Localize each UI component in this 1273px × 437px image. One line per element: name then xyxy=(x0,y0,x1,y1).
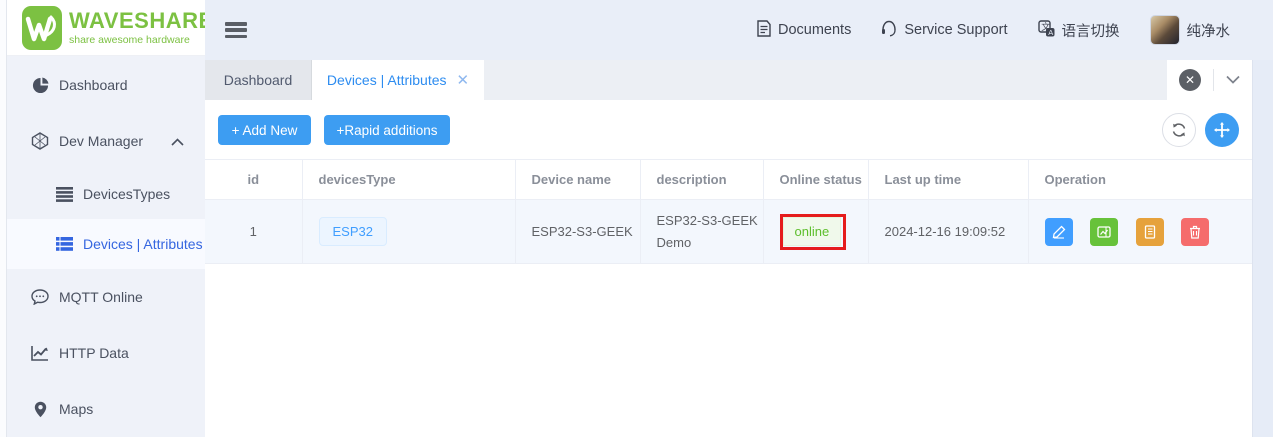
translate-icon: 文A xyxy=(1038,20,1055,41)
sidebar-item-mqtt-online[interactable]: MQTT Online xyxy=(7,269,205,325)
user-menu[interactable]: 纯净水 xyxy=(1150,15,1231,45)
topbar-right: Documents Service Support 文A 语言切换 纯净 xyxy=(757,15,1230,45)
sidebar-menu: Dashboard Dev Manager DevicesTypes xyxy=(7,56,205,437)
pie-chart-icon xyxy=(31,76,49,94)
table-header-row: id devicesType Device name description O… xyxy=(205,160,1252,200)
headset-icon xyxy=(881,20,897,41)
waveshare-logo-icon xyxy=(21,5,63,51)
rapid-additions-button[interactable]: +Rapid additions xyxy=(324,115,450,145)
column-header-device-name: Device name xyxy=(515,160,640,200)
cell-online-status: online xyxy=(763,200,868,264)
sidebar-item-devices-attributes[interactable]: Devices | Attributes xyxy=(7,219,205,269)
service-support-link[interactable]: Service Support xyxy=(881,20,1007,41)
chat-bubble-icon xyxy=(31,288,49,306)
column-header-online-status: Online status xyxy=(763,160,868,200)
sidebar: WAVESHARE share awesome hardware Dashboa… xyxy=(7,0,205,437)
language-switch-link[interactable]: 文A 语言切换 xyxy=(1038,20,1120,41)
chevron-up-icon xyxy=(171,133,184,149)
sidebar-item-label: Devices | Attributes xyxy=(83,236,203,252)
devices-table: id devicesType Device name description O… xyxy=(205,159,1252,264)
sidebar-item-label: Maps xyxy=(59,401,93,417)
page-scrollbar[interactable] xyxy=(1252,0,1273,437)
hamburger-menu-icon[interactable] xyxy=(225,22,247,38)
main-area: Documents Service Support 文A 语言切换 纯净 xyxy=(205,0,1252,437)
logo-title: WAVESHARE xyxy=(69,10,214,32)
move-columns-button[interactable] xyxy=(1205,113,1239,147)
sidebar-item-maps[interactable]: Maps xyxy=(7,381,205,437)
tabbar: Dashboard Devices | Attributes ✕ ✕ xyxy=(205,60,1252,100)
online-status-badge: online xyxy=(783,217,842,246)
sidebar-item-dashboard[interactable]: Dashboard xyxy=(7,57,205,113)
content-panel: + Add New +Rapid additions xyxy=(205,100,1252,437)
map-pin-icon xyxy=(31,400,49,418)
delete-button[interactable] xyxy=(1181,218,1209,246)
add-new-button[interactable]: + Add New xyxy=(218,115,311,145)
avatar xyxy=(1150,15,1180,45)
sidebar-item-label: Dev Manager xyxy=(59,133,143,149)
toolbar-right xyxy=(1162,113,1239,147)
line-chart-icon xyxy=(31,344,49,362)
table-row: 1 ESP32 ESP32-S3-GEEK ESP32-S3-GEEK Demo… xyxy=(205,200,1252,264)
sidebar-item-label: HTTP Data xyxy=(59,345,129,361)
cell-operation xyxy=(1028,200,1252,264)
cell-device-name: ESP32-S3-GEEK xyxy=(515,200,640,264)
language-switch-label: 语言切换 xyxy=(1062,20,1120,41)
column-header-id: id xyxy=(205,160,302,200)
cell-id: 1 xyxy=(205,200,302,264)
column-header-devicestype: devicesType xyxy=(302,160,515,200)
tab-label: Devices | Attributes xyxy=(327,72,447,88)
logo[interactable]: WAVESHARE share awesome hardware xyxy=(7,0,205,56)
cell-devicestype: ESP32 xyxy=(302,200,515,264)
close-all-tabs-button[interactable]: ✕ xyxy=(1179,69,1201,91)
documents-link[interactable]: Documents xyxy=(757,20,851,41)
device-data-button[interactable] xyxy=(1090,218,1118,246)
tab-devices-attributes[interactable]: Devices | Attributes ✕ xyxy=(312,60,484,100)
edit-button[interactable] xyxy=(1045,218,1073,246)
cell-last-up-time: 2024-12-16 19:09:52 xyxy=(868,200,1028,264)
tab-dashboard[interactable]: Dashboard xyxy=(205,60,312,100)
documents-label: Documents xyxy=(778,22,851,38)
sidebar-item-label: Dashboard xyxy=(59,77,128,93)
log-button[interactable] xyxy=(1136,218,1164,246)
left-edge-strip xyxy=(0,0,7,437)
username: 纯净水 xyxy=(1187,20,1231,41)
logo-tagline: share awesome hardware xyxy=(69,35,214,46)
svg-text:A: A xyxy=(1048,28,1053,37)
tab-close-icon[interactable]: ✕ xyxy=(457,71,470,89)
logo-text: WAVESHARE share awesome hardware xyxy=(69,10,214,46)
sidebar-item-label: DevicesTypes xyxy=(83,186,170,202)
red-highlight-box: online xyxy=(780,214,847,250)
content-toolbar: + Add New +Rapid additions xyxy=(205,100,1252,147)
document-icon xyxy=(757,20,771,41)
sidebar-item-devicestypes[interactable]: DevicesTypes xyxy=(7,169,205,219)
column-header-description: description xyxy=(640,160,763,200)
app-window: WAVESHARE share awesome hardware Dashboa… xyxy=(0,0,1273,437)
list-bullets-icon xyxy=(55,235,73,253)
sidebar-item-http-data[interactable]: HTTP Data xyxy=(7,325,205,381)
service-support-label: Service Support xyxy=(904,22,1007,38)
topbar: Documents Service Support 文A 语言切换 纯净 xyxy=(205,0,1252,60)
tab-label: Dashboard xyxy=(224,72,293,88)
cell-description: ESP32-S3-GEEK Demo xyxy=(640,200,763,264)
tab-controls: ✕ xyxy=(1166,60,1252,100)
column-header-last-up-time: Last up time xyxy=(868,160,1028,200)
hexagon-box-icon xyxy=(31,132,49,150)
sidebar-item-label: MQTT Online xyxy=(59,289,143,305)
column-header-operation: Operation xyxy=(1028,160,1252,200)
chevron-down-icon[interactable] xyxy=(1226,71,1240,89)
scrollbar-track[interactable] xyxy=(1252,60,1273,437)
device-type-tag[interactable]: ESP32 xyxy=(319,217,387,246)
sidebar-item-dev-manager[interactable]: Dev Manager xyxy=(7,113,205,169)
divider xyxy=(1213,69,1214,91)
refresh-button[interactable] xyxy=(1162,113,1196,147)
stacked-lines-icon xyxy=(55,185,73,203)
